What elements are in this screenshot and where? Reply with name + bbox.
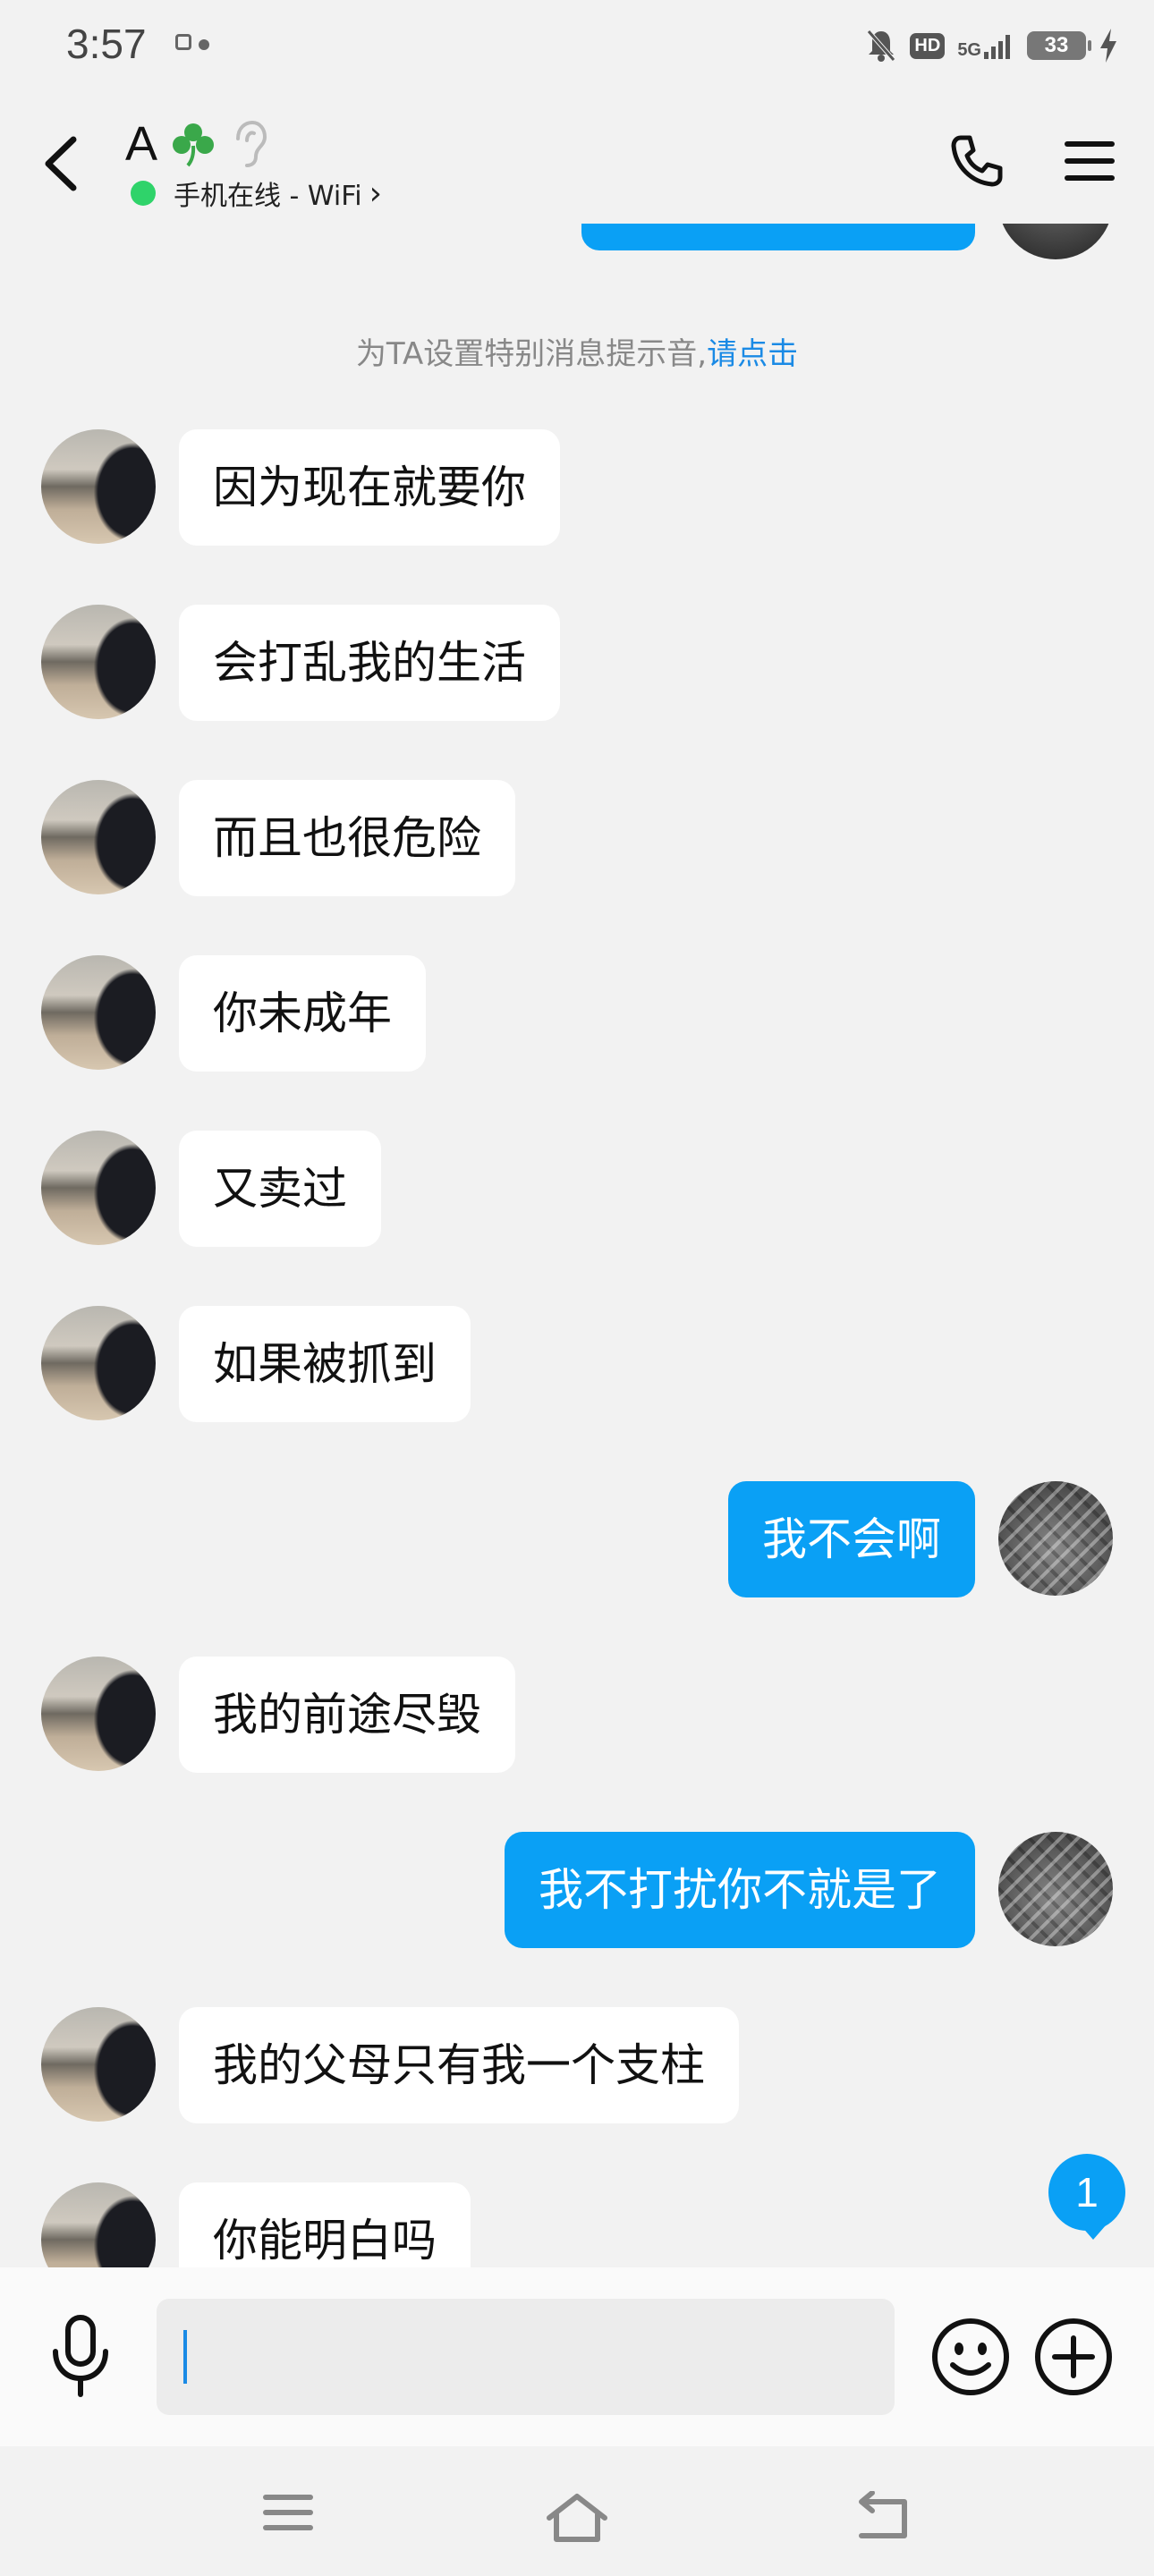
system-nav-bar xyxy=(0,2446,1154,2576)
clover-icon xyxy=(173,123,215,167)
message-bubble-outgoing[interactable]: 我不会啊 xyxy=(728,1481,975,1597)
message-bubble-incoming[interactable]: 会打乱我的生活 xyxy=(179,605,560,721)
message-bubble-incoming[interactable]: 又卖过 xyxy=(179,1131,381,1247)
my-avatar[interactable] xyxy=(998,1481,1113,1596)
ear-icon[interactable] xyxy=(229,119,268,169)
message-bubble-incoming[interactable]: 你未成年 xyxy=(179,955,426,1072)
message-bubble-outgoing-partial[interactable] xyxy=(581,224,975,250)
nav-back-icon[interactable] xyxy=(854,2491,910,2541)
contact-avatar[interactable] xyxy=(41,955,156,1070)
nav-menu-icon[interactable] xyxy=(261,2491,315,2534)
message-input[interactable] xyxy=(157,2299,895,2415)
battery-indicator: 33 xyxy=(1027,31,1091,60)
plus-icon[interactable] xyxy=(1033,2317,1114,2397)
message-bubble-incoming[interactable]: 而且也很危险 xyxy=(179,780,515,896)
contact-avatar[interactable] xyxy=(41,429,156,544)
status-bar: 3:57 HD 5G 33 xyxy=(0,0,1154,89)
message-bubble-incoming[interactable]: 我的父母只有我一个支柱 xyxy=(179,2007,739,2123)
emoji-icon[interactable] xyxy=(930,2317,1011,2397)
chat-header: A 手机在线 - WiFi › xyxy=(0,89,1154,224)
mic-icon[interactable] xyxy=(47,2312,115,2402)
contact-avatar[interactable] xyxy=(41,1657,156,1771)
unread-count-badge[interactable]: 1 xyxy=(1048,2154,1125,2240)
message-row: 而且也很危险 xyxy=(0,780,1154,896)
signal-bars-icon xyxy=(984,35,1010,59)
message-row: 如果被抓到 xyxy=(0,1306,1154,1422)
charging-bolt-icon xyxy=(1100,29,1116,63)
message-bubble-incoming[interactable]: 我的前途尽毁 xyxy=(179,1657,515,1773)
message-bubble-incoming[interactable]: 你能明白吗 xyxy=(179,2182,471,2267)
message-row: 我不打扰你不就是了 xyxy=(0,1832,1154,1948)
message-bubble-outgoing[interactable]: 我不打扰你不就是了 xyxy=(505,1832,975,1948)
notification-icon xyxy=(175,34,191,50)
message-row: 因为现在就要你 xyxy=(0,429,1154,546)
mute-bell-icon xyxy=(867,30,896,62)
online-status[interactable]: 手机在线 - WiFi › xyxy=(131,174,382,213)
message-row: 会打乱我的生活 xyxy=(0,605,1154,721)
my-avatar[interactable] xyxy=(998,224,1113,259)
input-bar xyxy=(0,2267,1154,2446)
contact-avatar[interactable] xyxy=(41,2007,156,2122)
message-list[interactable]: 为TA设置特别消息提示音,请点击 因为现在就要你 会打乱我的生活 而且也很危险 … xyxy=(0,224,1154,2267)
message-row: 又卖过 xyxy=(0,1131,1154,1247)
network-type: 5G xyxy=(957,40,981,60)
signal-icon: 5G xyxy=(957,32,1014,59)
notification-sound-tip: 为TA设置特别消息提示音,请点击 xyxy=(0,329,1154,373)
back-arrow-icon[interactable] xyxy=(43,136,79,191)
tip-link[interactable]: 请点击 xyxy=(707,336,798,372)
my-avatar[interactable] xyxy=(998,1832,1113,1946)
contact-avatar[interactable] xyxy=(41,1131,156,1245)
status-chevron-icon: › xyxy=(369,174,383,212)
message-row: 我的父母只有我一个支柱 xyxy=(0,2007,1154,2123)
online-dot-icon xyxy=(131,181,156,206)
contact-title[interactable]: A xyxy=(125,116,268,172)
notification-dot-icon xyxy=(199,39,209,50)
contact-name: A xyxy=(125,117,158,171)
contact-avatar[interactable] xyxy=(41,780,156,894)
message-row: 你未成年 xyxy=(0,955,1154,1072)
online-status-text: 手机在线 - WiFi xyxy=(174,181,362,212)
message-bubble-incoming[interactable]: 如果被抓到 xyxy=(179,1306,471,1422)
contact-avatar[interactable] xyxy=(41,605,156,719)
contact-avatar[interactable] xyxy=(41,1306,156,1420)
status-time: 3:57 xyxy=(66,21,147,67)
message-row: 我的前途尽毁 xyxy=(0,1657,1154,1773)
phone-call-icon[interactable] xyxy=(948,132,1006,190)
message-row: 我不会啊 xyxy=(0,1481,1154,1597)
hd-badge: HD xyxy=(910,32,946,59)
menu-icon[interactable] xyxy=(1065,140,1115,182)
message-row: 你能明白吗 xyxy=(0,2182,1154,2267)
tip-text: 为TA设置特别消息提示音, xyxy=(355,336,708,372)
text-cursor xyxy=(183,2330,187,2384)
message-bubble-incoming[interactable]: 因为现在就要你 xyxy=(179,429,560,546)
contact-avatar[interactable] xyxy=(41,2182,156,2267)
nav-home-icon[interactable] xyxy=(544,2491,610,2545)
